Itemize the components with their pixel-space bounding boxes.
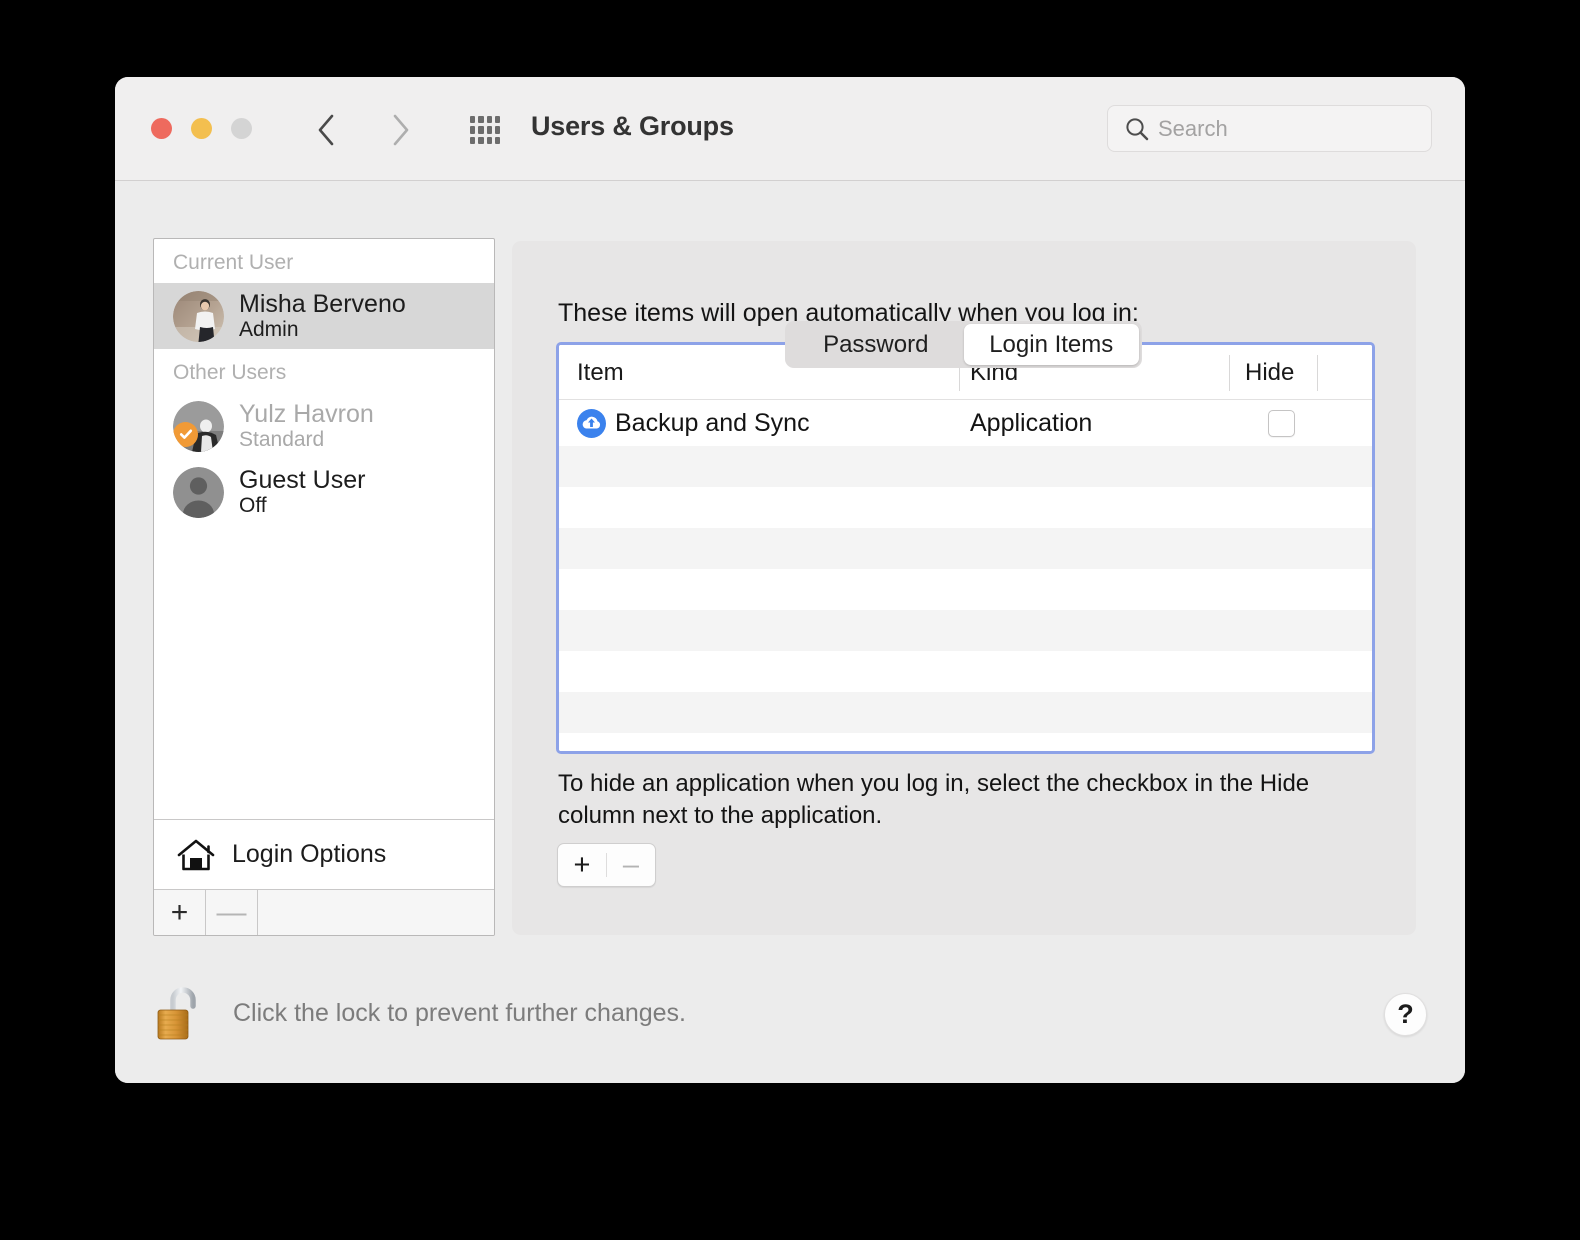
lock-message: Click the lock to prevent further change…: [233, 998, 687, 1027]
chevron-left-icon: [318, 114, 334, 146]
tab-password[interactable]: Password: [788, 324, 964, 365]
user-role: Off: [239, 494, 267, 518]
forward-button[interactable]: [382, 109, 420, 151]
window-toolbar: Users & Groups Search: [115, 77, 1465, 181]
sidebar-footer-toolbar: + —: [154, 889, 494, 935]
search-icon: [1126, 117, 1149, 140]
add-login-item-button[interactable]: +: [558, 844, 606, 886]
zoom-button[interactable]: [231, 118, 252, 139]
chevron-right-icon: [393, 114, 409, 146]
table-row[interactable]: Backup and Sync Application: [559, 400, 1372, 446]
add-remove-login-item-group: + –: [557, 843, 656, 887]
user-list: Current User Misha Berveno Admin Other U…: [154, 239, 494, 819]
sidebar-item-misha-berveno[interactable]: Misha Berveno Admin: [154, 283, 494, 349]
sidebar-item-guest-user[interactable]: Guest User Off: [154, 459, 494, 525]
table-cell-hide[interactable]: [1245, 400, 1317, 446]
tab-login-items[interactable]: Login Items: [963, 324, 1139, 365]
user-text: Yulz Havron Standard: [239, 400, 374, 452]
user-name: Misha Berveno: [239, 290, 406, 319]
column-header-item[interactable]: Item: [577, 345, 624, 400]
column-divider[interactable]: [1317, 355, 1318, 391]
user-name: Yulz Havron: [239, 400, 374, 429]
close-button[interactable]: [151, 118, 172, 139]
remove-login-item-button[interactable]: –: [607, 844, 655, 886]
lock-row[interactable]: Click the lock to prevent further change…: [153, 981, 686, 1045]
hide-checkbox[interactable]: [1267, 409, 1295, 437]
add-user-button[interactable]: +: [154, 890, 206, 935]
page-title: Users & Groups: [531, 111, 734, 141]
sidebar-item-login-options[interactable]: Login Options: [154, 819, 494, 889]
preferences-window: Users & Groups Search Current User Misha…: [115, 77, 1465, 1083]
table-cell-item-label: Backup and Sync: [615, 408, 810, 437]
sidebar-item-yulz-havron[interactable]: Yulz Havron Standard: [154, 393, 494, 459]
search-placeholder: Search: [1158, 115, 1228, 141]
search-input[interactable]: Search: [1107, 105, 1432, 152]
table-row-empty[interactable]: [559, 733, 1372, 751]
photo-person-wall-icon: [173, 290, 224, 342]
user-role: Standard: [239, 428, 325, 452]
minimize-button[interactable]: [191, 118, 212, 139]
sidebar-footer-spacer: [258, 890, 494, 935]
avatar: [173, 400, 224, 452]
orange-check-badge: [173, 421, 198, 447]
table-row-empty[interactable]: [559, 528, 1372, 569]
check-icon: [179, 429, 192, 439]
group-header-other-users: Other Users: [173, 361, 287, 384]
remove-user-button[interactable]: —: [206, 890, 258, 935]
panel-hint-text: To hide an application when you log in, …: [558, 770, 1310, 829]
table-row-empty[interactable]: [559, 446, 1372, 487]
table-row-empty[interactable]: [559, 692, 1372, 733]
table-row-empty[interactable]: [559, 610, 1372, 651]
column-divider[interactable]: [1229, 355, 1230, 391]
tab-bar: Password Login Items: [785, 321, 1142, 368]
group-header-current-user: Current User: [173, 251, 294, 274]
column-header-hide[interactable]: Hide: [1245, 345, 1294, 400]
back-button[interactable]: [307, 109, 345, 151]
help-button[interactable]: ?: [1384, 993, 1427, 1036]
table-row-empty[interactable]: [559, 569, 1372, 610]
user-name: Guest User: [239, 466, 366, 495]
user-role: Admin: [239, 318, 299, 342]
login-items-table[interactable]: Item Kind Hide Backup and Sync Applicati…: [556, 342, 1375, 754]
user-text: Misha Berveno Admin: [239, 290, 406, 342]
content-area: Current User Misha Berveno Admin Other U…: [115, 181, 1465, 1083]
home-icon: [177, 839, 215, 870]
table-cell-item: Backup and Sync: [577, 400, 810, 446]
cloud-upload-icon: [577, 408, 606, 438]
default-person-silhouette-icon: [173, 466, 224, 518]
users-sidebar: Current User Misha Berveno Admin Other U…: [153, 238, 495, 936]
unlocked-padlock-icon: [157, 987, 196, 1040]
avatar: [173, 466, 224, 518]
show-all-grid-icon[interactable]: [467, 113, 503, 147]
table-row-empty[interactable]: [559, 487, 1372, 528]
login-options-label: Login Options: [232, 840, 387, 868]
avatar: [173, 290, 224, 342]
table-cell-kind: Application: [970, 408, 1093, 437]
table-row-empty[interactable]: [559, 651, 1372, 692]
user-text: Guest User Off: [239, 466, 365, 518]
